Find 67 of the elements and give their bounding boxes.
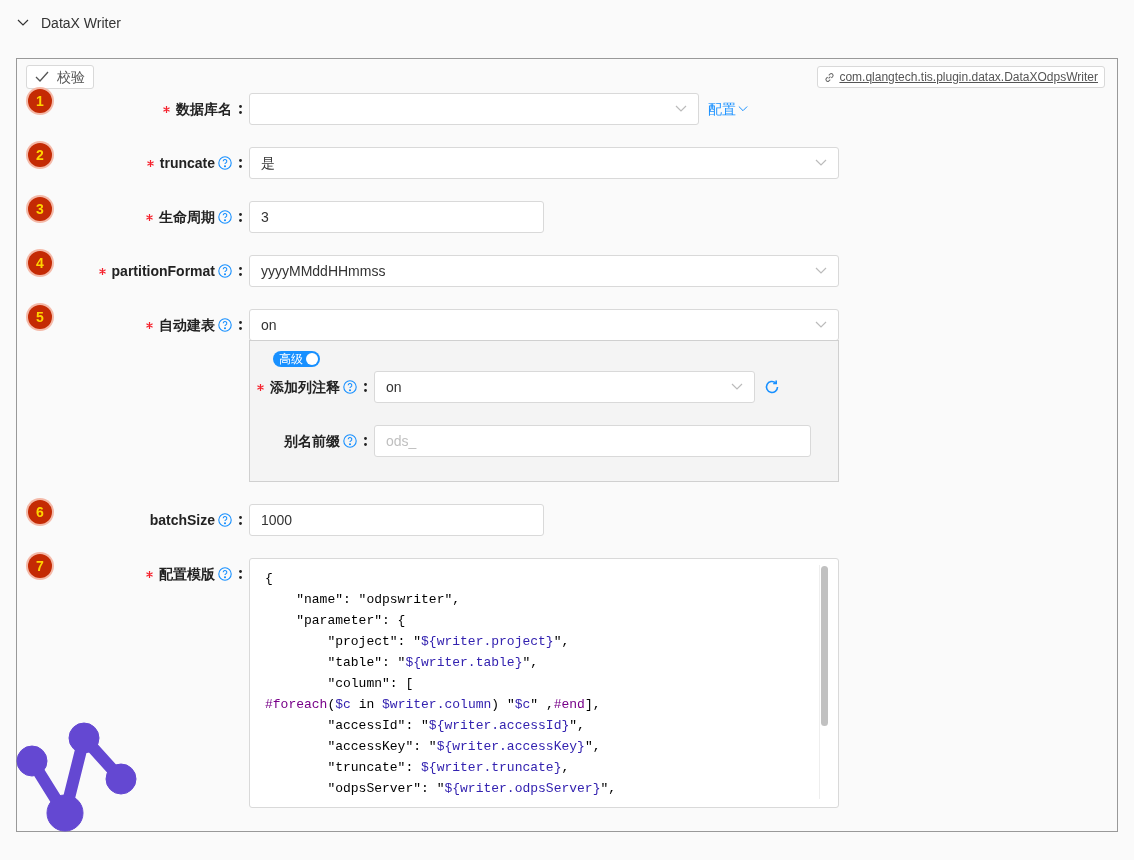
code-line: "odpsServer": "${writer.odpsServer}", (326, 780, 618, 798)
code-line: "truncate": ${writer.truncate}, (326, 759, 571, 777)
colon-icon (239, 569, 242, 579)
help-icon[interactable] (218, 567, 232, 581)
field-label: 别名前缀 (284, 431, 340, 451)
help-icon[interactable] (343, 380, 357, 394)
code-line: "project": "${writer.project}", (326, 633, 571, 651)
step-badge: 7 (28, 554, 52, 578)
code-editor[interactable] (249, 558, 839, 808)
select-field[interactable]: yyyyMMddHHmmss (249, 255, 839, 287)
code-line: "table": "${writer.table}", (326, 654, 540, 672)
colon-icon (239, 266, 242, 276)
step-badge: 6 (28, 500, 52, 524)
chevron-icon (675, 105, 687, 113)
code-line: "column": [ (326, 675, 415, 693)
field-label: batchSize (149, 510, 215, 530)
colon-icon (239, 320, 242, 330)
step-badge: 5 (28, 305, 52, 329)
chevron-icon (815, 267, 827, 275)
code-line: "name": "odpswriter", (295, 591, 462, 609)
input-field[interactable]: 3 (249, 201, 544, 233)
code-line: "parameter": { (295, 612, 407, 630)
code-line: "accessKey": "${writer.accessKey}", (326, 738, 602, 756)
colon-icon (239, 158, 242, 168)
select-field[interactable]: on (249, 309, 839, 341)
help-icon[interactable] (343, 434, 357, 448)
refresh-icon[interactable] (764, 379, 780, 395)
field-label: 数据库名 (176, 99, 232, 119)
help-icon[interactable] (218, 318, 232, 332)
colon-icon (239, 515, 242, 525)
chevron-icon (815, 321, 827, 329)
step-badge: 2 (28, 143, 52, 167)
scrollbar-thumb[interactable] (821, 566, 828, 726)
chevron-icon (815, 159, 827, 167)
help-icon[interactable] (218, 264, 232, 278)
link-icon (824, 71, 836, 83)
code-line: #foreach($c in $writer.column) "$c" ,#end], (265, 696, 602, 714)
help-icon[interactable] (218, 156, 232, 170)
input-field[interactable]: 1000 (249, 504, 544, 536)
select-field[interactable]: on (374, 371, 755, 403)
field-label: 配置模版 (159, 564, 215, 584)
code-line: "accessId": "${writer.accessId}", (326, 717, 586, 735)
field-label: 生命周期 (159, 207, 215, 227)
select-field[interactable] (249, 93, 699, 125)
caret-icon (738, 105, 748, 113)
colon-icon (364, 382, 367, 392)
chevron-icon[interactable] (17, 19, 29, 27)
check-icon (35, 71, 49, 83)
help-icon[interactable] (218, 210, 232, 224)
field-label: 添加列注释 (270, 377, 340, 397)
field-label: 自动建表 (159, 315, 215, 335)
step-badge: 1 (28, 89, 52, 113)
colon-icon (239, 212, 242, 222)
colon-icon (364, 436, 367, 446)
plugin-link[interactable]: com.qlangtech.tis.plugin.datax.DataXOdpsWriter (817, 66, 1105, 88)
colon-icon (239, 104, 242, 114)
code-line: { (265, 570, 274, 588)
field-label: truncate (159, 153, 215, 173)
section-title: DataX Writer (41, 13, 121, 33)
input-field[interactable]: ods_ (374, 425, 811, 457)
chevron-icon (731, 383, 743, 391)
step-badge: 3 (28, 197, 52, 221)
validate-button[interactable]: 校验 (26, 65, 94, 89)
help-icon[interactable] (218, 513, 232, 527)
step-badge: 4 (28, 251, 52, 275)
field-label: partitionFormat (111, 261, 215, 281)
select-field[interactable]: 是 (249, 147, 839, 179)
